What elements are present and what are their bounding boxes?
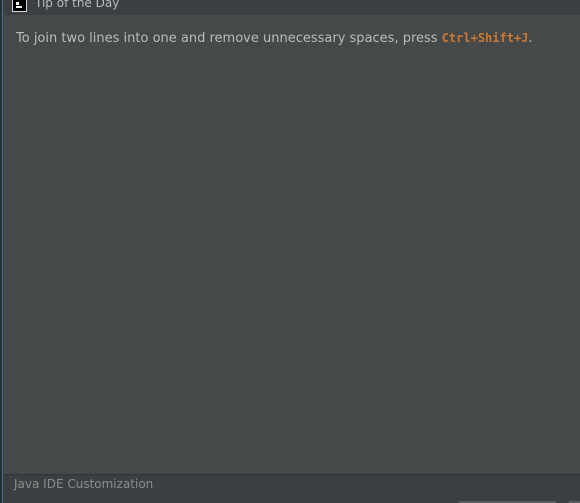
- footer: Java IDE Customization: [4, 475, 580, 503]
- tip-of-the-day-dialog: Tip of the Day To join two lines into on…: [0, 0, 580, 503]
- window-title: Tip of the Day: [35, 0, 120, 10]
- tip-text: To join two lines into one and remove un…: [16, 31, 533, 46]
- tip-shortcut: Ctrl+Shift+J: [441, 31, 529, 45]
- tip-body: To join two lines into one and remove un…: [16, 31, 442, 46]
- tip-content-panel: To join two lines into one and remove un…: [4, 15, 580, 474]
- title-bar[interactable]: Tip of the Day: [3, 0, 580, 14]
- window-left-edge: [0, 0, 3, 503]
- app-icon: [12, 0, 27, 12]
- tip-category-label: Java IDE Customization: [14, 477, 154, 491]
- tip-suffix: .: [528, 31, 533, 46]
